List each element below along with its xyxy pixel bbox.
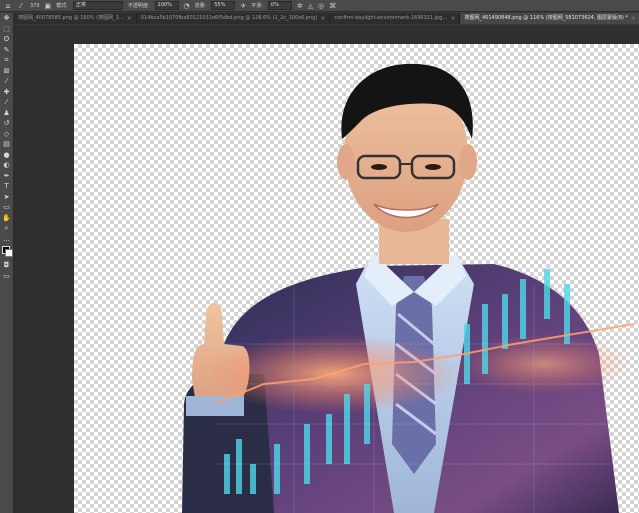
- screen-mode-icon[interactable]: ▭: [0, 271, 13, 282]
- document-tabs: 搜图网_40078585.png @ 160% (搜图网_3… × 014bca5b…: [14, 13, 639, 24]
- background-color-swatch[interactable]: [5, 249, 13, 257]
- smoothing-label: 平滑:: [251, 3, 263, 9]
- lasso-tool-icon[interactable]: ʘ: [0, 34, 13, 45]
- move-tool-icon[interactable]: ✥: [0, 13, 13, 24]
- frame-tool-icon[interactable]: ⊠: [0, 66, 13, 77]
- pressure-opacity-icon[interactable]: ◔: [184, 2, 190, 10]
- tools-panel: ✥ ⬚ ʘ ✎ ⌗ ⊠ ⁄ ✚ ⁄ ♟ ↺ ◇ ▤ ● ◐ ✒ T ➤ ▭ ✋ ⌕… ◘ ▭: [0, 13, 14, 513]
- gradient-tool-icon[interactable]: ▤: [0, 139, 13, 150]
- document-tab[interactable]: 014bca5b1070fba80121031e6f5dbd.png @ 128…: [137, 13, 331, 24]
- blur-tool-icon[interactable]: ●: [0, 150, 13, 161]
- home-icon[interactable]: ⌂: [4, 2, 12, 10]
- options-bar: ⌂ ⁄ 370 ▣ 模式: 正常 不透明度: 100% ◔ 流量: 55% ✈ …: [0, 0, 639, 12]
- document-tab[interactable]: confirm-daylight-environment-1696321.jpg…: [330, 13, 461, 24]
- close-icon[interactable]: ×: [450, 13, 455, 24]
- pressure-size-icon[interactable]: ◎: [318, 2, 324, 10]
- flow-field[interactable]: 55%: [211, 1, 236, 10]
- opacity-field[interactable]: 100%: [154, 1, 179, 10]
- quick-select-tool-icon[interactable]: ✎: [0, 45, 13, 56]
- document-tab-label: 搜图网_461490848.png @ 116% (搜图网_581073624,…: [464, 15, 628, 21]
- brush-size-readout[interactable]: 370: [30, 3, 40, 9]
- brush-settings-icon[interactable]: ▣: [45, 2, 52, 10]
- airbrush-icon[interactable]: ✈: [240, 2, 246, 10]
- close-icon[interactable]: ×: [127, 13, 132, 24]
- color-swatches[interactable]: [0, 244, 13, 260]
- crop-tool-icon[interactable]: ⌗: [0, 55, 13, 66]
- document-tab-label: confirm-daylight-environment-1696321.jpg…: [334, 15, 448, 21]
- close-icon[interactable]: ×: [631, 13, 636, 24]
- angle-icon[interactable]: ◬: [308, 2, 313, 10]
- document-tab-label: 搜图网_40078585.png @ 160% (搜图网_3…: [18, 15, 124, 21]
- clone-stamp-tool-icon[interactable]: ♟: [0, 108, 13, 119]
- brush-preset-icon[interactable]: ⁄: [17, 2, 25, 10]
- path-select-tool-icon[interactable]: ➤: [0, 192, 13, 203]
- shape-tool-icon[interactable]: ▭: [0, 202, 13, 213]
- document-tab-label: 014bca5b1070fba80121031e6f5dbd.png @ 128…: [140, 15, 318, 21]
- hand-tool-icon[interactable]: ✋: [0, 213, 13, 224]
- document-tab[interactable]: 搜图网_40078585.png @ 160% (搜图网_3… ×: [14, 13, 137, 24]
- mode-label: 模式:: [56, 3, 68, 9]
- opacity-label: 不透明度:: [127, 3, 150, 9]
- eyedropper-tool-icon[interactable]: ⁄: [0, 76, 13, 87]
- type-tool-icon[interactable]: T: [0, 181, 13, 192]
- close-icon[interactable]: ×: [320, 13, 325, 24]
- more-tools-icon[interactable]: …: [0, 234, 13, 245]
- canvas-area[interactable]: [14, 25, 639, 513]
- smoothing-field[interactable]: 0%: [267, 1, 292, 10]
- brush-tool-icon[interactable]: ⁄: [0, 97, 13, 108]
- healing-brush-tool-icon[interactable]: ✚: [0, 87, 13, 98]
- portrait-photo-composite: [182, 63, 635, 513]
- zoom-tool-icon[interactable]: ⌕: [0, 223, 13, 234]
- pen-tool-icon[interactable]: ✒: [0, 171, 13, 182]
- mode-select[interactable]: 正常: [72, 1, 123, 10]
- flow-label: 流量:: [194, 3, 207, 9]
- document-canvas[interactable]: [74, 44, 639, 513]
- marquee-tool-icon[interactable]: ⬚: [0, 24, 13, 35]
- dodge-tool-icon[interactable]: ◐: [0, 160, 13, 171]
- eraser-tool-icon[interactable]: ◇: [0, 129, 13, 140]
- history-brush-tool-icon[interactable]: ↺: [0, 118, 13, 129]
- symmetry-icon[interactable]: ⌘: [329, 2, 336, 10]
- quick-mask-icon[interactable]: ◘: [0, 260, 13, 271]
- smoothing-options-icon[interactable]: ✲: [297, 2, 303, 10]
- document-tab[interactable]: 搜图网_461490848.png @ 116% (搜图网_581073624,…: [460, 13, 639, 24]
